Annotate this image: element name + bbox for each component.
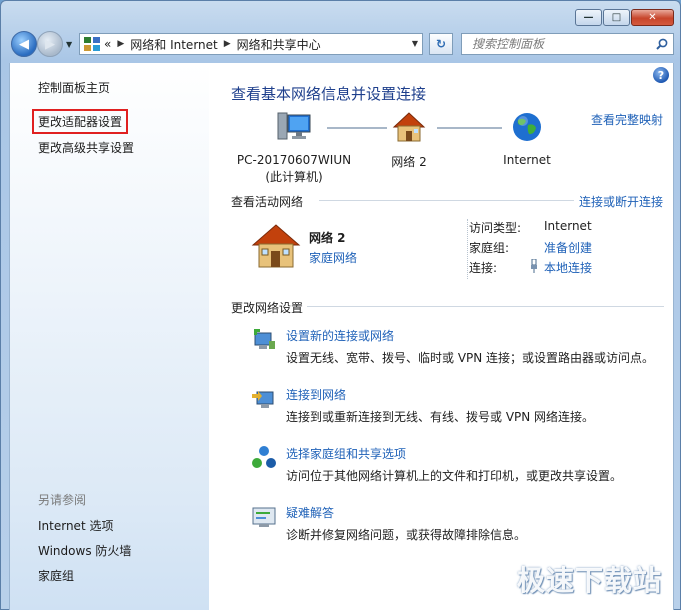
map-node-computer: PC-20170607WIUN (此计算机) [229, 111, 359, 185]
task-description: 设置无线、宽带、拨号、临时或 VPN 连接；或设置路由器或访问点。 [286, 351, 655, 365]
new-connection-icon[interactable] [251, 327, 277, 353]
task-title-link[interactable]: 设置新的连接或网络 [286, 327, 394, 344]
caption-buttons: — □ ✕ [575, 9, 674, 26]
recent-pages-dropdown[interactable]: ▼ [66, 40, 72, 49]
task-description: 连接到或重新连接到无线、有线、拨号或 VPN 网络连接。 [286, 410, 595, 424]
minimize-button[interactable]: — [575, 9, 602, 26]
sidebar-item-change-adapter-settings[interactable]: 更改适配器设置 [32, 109, 129, 134]
breadcrumb-network-internet[interactable]: 网络和 Internet [130, 36, 217, 53]
troubleshoot-icon[interactable] [251, 504, 277, 530]
active-network-name: 网络 2 [309, 231, 346, 245]
forward-button[interactable]: ▶ [37, 31, 63, 57]
map-link-network-internet [437, 127, 502, 129]
task-title-link[interactable]: 连接到网络 [286, 386, 346, 403]
access-type-value: Internet [544, 219, 592, 233]
search-input[interactable] [472, 37, 647, 51]
map-link-computer-network [327, 127, 387, 129]
task-title-link[interactable]: 疑难解答 [286, 504, 334, 521]
navigation-bar: ◀ ▶ ▼ « ▶ 网络和 Internet ▶ 网络和共享中心 ▼ ↻ [9, 31, 674, 57]
connect-network-icon[interactable] [251, 386, 277, 412]
section-divider [307, 306, 664, 307]
network-type-link[interactable]: 家庭网络 [309, 249, 357, 266]
task-description: 诊断并修复网络问题，或获得故障排除信息。 [286, 528, 527, 542]
sidebar-item-homegroup[interactable]: 家庭组 [38, 567, 74, 584]
computer-subtitle: (此计算机) [265, 170, 323, 184]
breadcrumb-separator-icon[interactable]: ▶ [117, 39, 124, 49]
local-connection-link[interactable]: 本地连接 [544, 259, 592, 276]
sidebar-item-control-panel-home[interactable]: 控制面板主页 [38, 79, 110, 96]
task-title-link[interactable]: 选择家庭组和共享选项 [286, 445, 406, 462]
connection-label: 连接: [469, 261, 498, 275]
close-button[interactable]: ✕ [631, 9, 674, 26]
internet-label: Internet [503, 153, 551, 167]
task-description: 访问位于其他网络计算机上的文件和打印机，或更改共享设置。 [286, 469, 623, 483]
search-box[interactable] [461, 33, 674, 55]
refresh-button[interactable]: ↻ [429, 33, 453, 55]
sidebar-item-internet-options[interactable]: Internet 选项 [38, 517, 113, 534]
view-full-map-link[interactable]: 查看完整映射 [591, 111, 663, 128]
homegroup-label: 家庭组: [469, 241, 510, 255]
sidebar-item-windows-firewall[interactable]: Windows 防火墙 [38, 542, 131, 559]
access-type-label: 访问类型: [469, 221, 522, 235]
breadcrumb-overflow[interactable]: « [104, 37, 111, 51]
page-title: 查看基本网络信息并设置连接 [231, 85, 427, 103]
back-button[interactable]: ◀ [11, 31, 37, 57]
main-content: ? 查看基本网络信息并设置连接 查看完整映射 PC-20170607WIUN (… [209, 63, 674, 610]
homegroup-sharing-icon[interactable] [251, 445, 277, 471]
map-node-internet: Internet [495, 111, 559, 167]
window: — □ ✕ ◀ ▶ ▼ « ▶ 网络和 Internet ▶ 网络和共享中心 ▼… [0, 0, 681, 610]
maximize-button[interactable]: □ [603, 9, 630, 26]
sidebar: 控制面板主页 更改适配器设置 更改高级共享设置 另请参阅 Internet 选项… [9, 63, 209, 610]
ethernet-plug-icon [531, 259, 537, 273]
see-also-heading: 另请参阅 [38, 493, 87, 507]
active-networks-heading: 查看活动网络 [231, 195, 304, 209]
house-icon [392, 112, 426, 142]
control-panel-icon [84, 37, 100, 51]
globe-icon [513, 113, 541, 141]
section-divider [319, 200, 574, 201]
address-bar[interactable]: « ▶ 网络和 Internet ▶ 网络和共享中心 ▼ [79, 33, 423, 55]
connect-disconnect-link[interactable]: 连接或断开连接 [579, 193, 663, 210]
search-icon[interactable] [656, 38, 668, 50]
home-network-icon[interactable] [251, 223, 301, 269]
computer-name: PC-20170607WIUN [236, 153, 352, 167]
map-node-network: 网络 2 [379, 111, 439, 170]
network-name: 网络 2 [391, 155, 427, 169]
help-icon[interactable]: ? [653, 67, 669, 83]
sidebar-item-advanced-sharing-settings[interactable]: 更改高级共享设置 [38, 139, 134, 156]
computer-icon [277, 112, 311, 140]
address-dropdown-icon[interactable]: ▼ [412, 39, 418, 48]
change-settings-heading: 更改网络设置 [231, 301, 304, 315]
breadcrumb-network-sharing-center[interactable]: 网络和共享中心 [237, 36, 321, 53]
watermark: 极速下载站 [516, 564, 662, 597]
homegroup-link[interactable]: 准备创建 [544, 239, 592, 256]
breadcrumb-separator-icon[interactable]: ▶ [224, 39, 231, 49]
